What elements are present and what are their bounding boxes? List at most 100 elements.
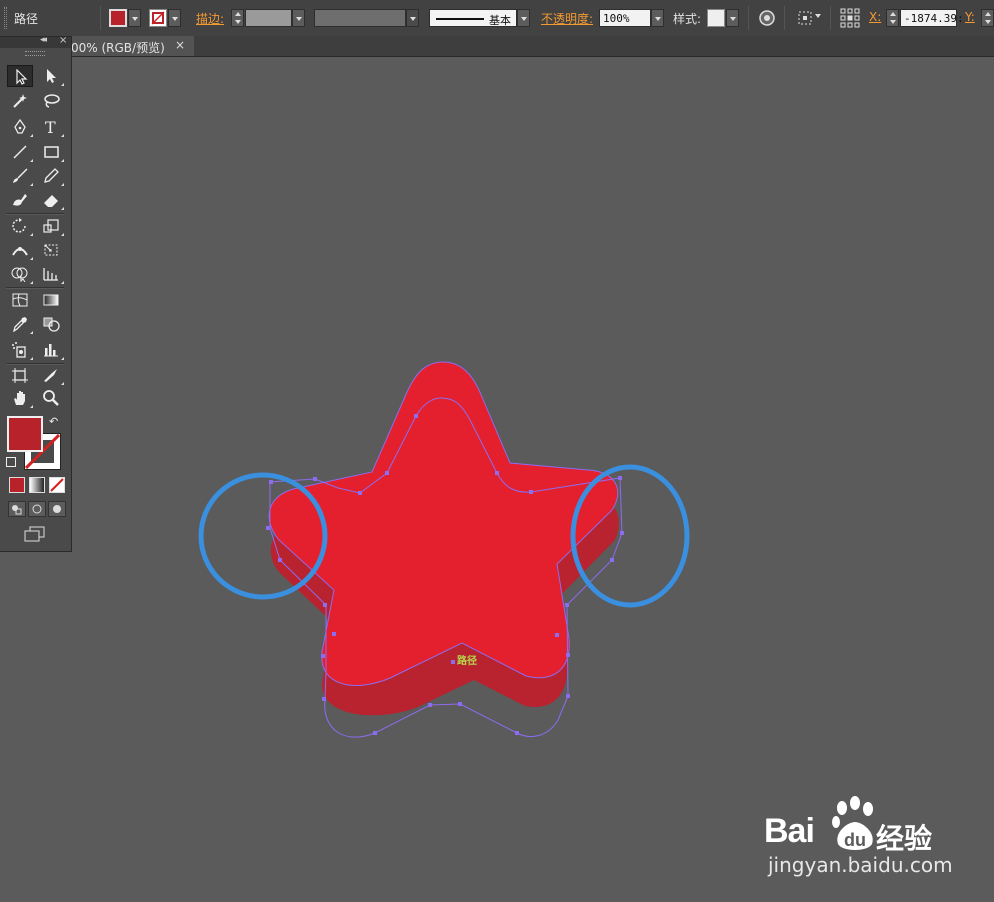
stroke-color-swatch[interactable] bbox=[149, 9, 167, 27]
column-graph-icon bbox=[44, 344, 58, 357]
scale-tool[interactable] bbox=[38, 215, 64, 237]
y-coordinate-label[interactable]: Y: bbox=[965, 10, 975, 24]
stroke-dropdown[interactable] bbox=[168, 9, 181, 27]
direct-selection-tool[interactable] bbox=[38, 65, 64, 87]
gradient-mode-button[interactable] bbox=[29, 477, 45, 493]
line-segment-icon bbox=[13, 145, 27, 159]
screen-mode-button[interactable] bbox=[23, 525, 47, 543]
y-coordinate-stepper[interactable] bbox=[981, 9, 994, 27]
line-segment-tool[interactable] bbox=[7, 141, 33, 163]
blob-brush-icon bbox=[13, 194, 27, 206]
rectangle-tool[interactable] bbox=[38, 141, 64, 163]
smart-guide-path-label: 路径 bbox=[457, 656, 477, 667]
pencil-icon bbox=[44, 168, 59, 183]
type-tool[interactable]: T bbox=[38, 116, 64, 138]
pencil-tool[interactable] bbox=[38, 165, 64, 187]
divider bbox=[748, 6, 749, 30]
collapse-panel-icon[interactable]: ◂◂ bbox=[40, 35, 47, 45]
stroke-weight-dropdown[interactable] bbox=[292, 9, 305, 27]
paintbrush-icon bbox=[13, 168, 28, 183]
document-tab[interactable]: 00% (RGB/预览) × bbox=[66, 36, 194, 56]
fill-dropdown[interactable] bbox=[128, 9, 141, 27]
none-mode-button[interactable] bbox=[49, 477, 65, 493]
reference-point-icon[interactable] bbox=[840, 8, 860, 28]
gradient-tool[interactable] bbox=[38, 289, 64, 311]
x-coordinate-stepper[interactable] bbox=[886, 9, 899, 27]
style-label: 样式: bbox=[673, 12, 702, 26]
variable-width-dropdown[interactable] bbox=[406, 9, 419, 27]
paintbrush-tool[interactable] bbox=[7, 165, 33, 187]
stroke-weight-label[interactable]: 描边: bbox=[196, 10, 224, 27]
brush-stroke-preview bbox=[436, 18, 484, 20]
gradient-icon bbox=[43, 294, 59, 306]
symbol-sprayer-tool[interactable] bbox=[7, 339, 33, 361]
shape-builder-tool[interactable] bbox=[7, 263, 33, 285]
chevron-down-icon[interactable] bbox=[815, 14, 821, 18]
align-to-selection-icon[interactable] bbox=[796, 8, 816, 28]
close-panel-icon[interactable]: × bbox=[59, 35, 67, 46]
free-transform-tool[interactable] bbox=[38, 239, 64, 261]
graphic-style-swatch[interactable] bbox=[707, 9, 725, 27]
artboard-tool[interactable] bbox=[7, 364, 33, 386]
eyedropper-tool[interactable] bbox=[7, 313, 33, 335]
control-bar-grip[interactable] bbox=[4, 7, 7, 29]
x-coordinate-label[interactable]: X: bbox=[869, 10, 881, 24]
screen-mode-icon bbox=[24, 526, 45, 542]
artboard-canvas[interactable]: 路径 bbox=[71, 57, 994, 902]
none-stroke-icon bbox=[151, 11, 165, 25]
color-mode-button[interactable] bbox=[9, 477, 25, 493]
document-tab-title: 00% (RGB/预览) bbox=[71, 41, 165, 55]
direct-selection-arrow-icon bbox=[47, 69, 56, 83]
lasso-tool[interactable] bbox=[38, 90, 64, 112]
perspective-grid-tool[interactable] bbox=[38, 263, 64, 285]
column-graph-tool[interactable] bbox=[38, 339, 64, 361]
free-transform-icon bbox=[44, 244, 58, 256]
graphic-style-dropdown[interactable] bbox=[726, 9, 739, 27]
fill-color-swatch[interactable] bbox=[109, 9, 127, 27]
variable-width-profile[interactable] bbox=[314, 9, 406, 27]
opacity-label[interactable]: 不透明度: bbox=[541, 10, 593, 27]
opacity-input[interactable]: 100% bbox=[599, 9, 651, 27]
default-colors-icon[interactable] bbox=[6, 457, 16, 467]
x-coordinate-input[interactable]: -1874.39: bbox=[900, 9, 964, 27]
blend-tool[interactable] bbox=[38, 313, 64, 335]
rotate-tool[interactable] bbox=[7, 215, 33, 237]
slice-tool[interactable] bbox=[38, 364, 64, 386]
lasso-icon bbox=[44, 94, 60, 108]
blend-icon bbox=[43, 317, 60, 332]
pen-tool[interactable] bbox=[7, 116, 33, 138]
mesh-tool[interactable] bbox=[7, 289, 33, 311]
draw-normal-button[interactable] bbox=[8, 501, 26, 517]
selection-tool[interactable] bbox=[7, 65, 33, 87]
brush-definition-select[interactable]: 基本 bbox=[429, 9, 517, 27]
panel-grip[interactable] bbox=[25, 51, 45, 56]
shape-builder-icon bbox=[11, 267, 28, 282]
zoom-icon bbox=[43, 390, 59, 406]
perspective-grid-icon bbox=[43, 268, 58, 281]
swap-fill-stroke-icon[interactable]: ↶ bbox=[49, 415, 58, 428]
brush-definition-dropdown[interactable] bbox=[517, 9, 530, 27]
stroke-weight-stepper[interactable] bbox=[231, 9, 244, 27]
watermark-url: jingyan.baidu.com bbox=[768, 853, 953, 877]
eraser-tool[interactable] bbox=[38, 189, 64, 211]
zoom-tool[interactable] bbox=[38, 387, 64, 409]
draw-behind-button[interactable] bbox=[28, 501, 46, 517]
stroke-weight-input[interactable] bbox=[245, 9, 292, 27]
brush-definition-label: 基本 bbox=[489, 14, 511, 27]
width-tool[interactable] bbox=[7, 239, 33, 261]
symbol-sprayer-icon bbox=[12, 342, 26, 358]
tools-panel-header: ◂◂ × bbox=[0, 35, 71, 48]
blob-brush-tool[interactable] bbox=[7, 189, 33, 211]
close-tab-icon[interactable]: × bbox=[175, 38, 185, 52]
opacity-dropdown[interactable] bbox=[651, 9, 664, 27]
draw-inside-button[interactable] bbox=[48, 501, 66, 517]
type-icon: T bbox=[45, 119, 56, 135]
recolor-artwork-icon[interactable] bbox=[757, 8, 777, 28]
hand-tool[interactable] bbox=[7, 387, 33, 409]
fill-color-box[interactable] bbox=[7, 416, 43, 452]
rectangle-icon bbox=[44, 146, 59, 158]
divider bbox=[784, 6, 785, 30]
draw-normal-icon bbox=[12, 505, 22, 515]
magic-wand-tool[interactable] bbox=[7, 90, 33, 112]
rotate-icon bbox=[12, 218, 26, 233]
